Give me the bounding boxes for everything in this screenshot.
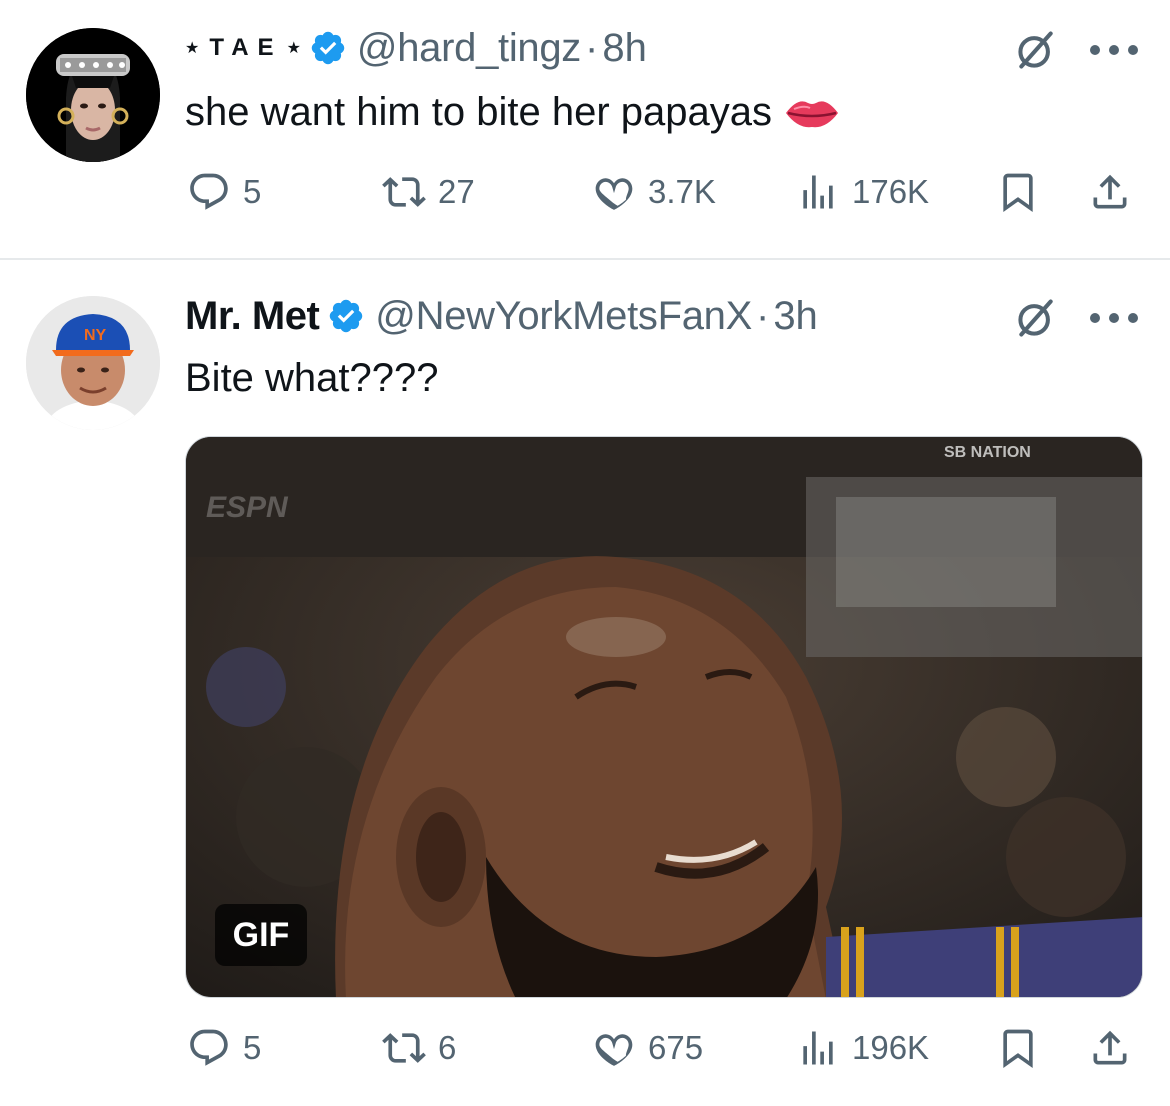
tweet-header: ★ TAE ★ @hard_tingz · 8h <box>185 20 647 76</box>
bookmark-button[interactable] <box>996 162 1040 222</box>
views-button[interactable]: 196K <box>796 1018 929 1078</box>
reply-button[interactable]: 5 <box>187 1018 261 1078</box>
bookmark-icon <box>1003 173 1033 213</box>
handle[interactable]: @hard_tingz <box>357 26 581 71</box>
tweet-actions: 5 27 3.7K 176K <box>0 162 1170 222</box>
reply-count: 5 <box>243 173 262 210</box>
verified-badge-icon <box>311 31 345 65</box>
repost-icon <box>382 177 426 207</box>
tweet-text: she want him to bite her papayas <box>185 90 840 135</box>
reply-button[interactable]: 5 <box>187 162 261 222</box>
grok-icon[interactable] <box>1014 28 1058 72</box>
separator-dot: · <box>755 293 770 338</box>
more-icon[interactable] <box>1090 311 1138 325</box>
repost-button[interactable]: 6 <box>382 1018 456 1078</box>
lips-emoji-icon <box>786 100 839 127</box>
tweet-text-content: Bite what???? <box>185 356 439 400</box>
sbnation-watermark: SB NATION <box>944 444 1031 461</box>
share-button[interactable] <box>1088 1018 1132 1078</box>
share-icon <box>1093 174 1127 209</box>
repost-count: 27 <box>438 173 475 210</box>
grok-icon[interactable] <box>1014 296 1058 340</box>
view-count: 196K <box>852 1029 930 1066</box>
like-count: 3.7K <box>648 173 716 210</box>
views-icon <box>803 1031 833 1065</box>
share-icon <box>1093 1030 1127 1065</box>
timestamp[interactable]: 8h <box>602 26 647 71</box>
avatar-image: NY <box>26 296 160 430</box>
display-name[interactable]: ★ TAE ★ <box>185 34 301 62</box>
gif-frame: ESPN SB NATION <box>186 437 1142 997</box>
handle[interactable]: @NewYorkMetsFanX <box>375 294 752 339</box>
views-button[interactable]: 176K <box>796 162 929 222</box>
tweet-header: Mr. Met @NewYorkMetsFanX · 3h <box>185 288 818 344</box>
timestamp[interactable]: 3h <box>773 294 818 339</box>
more-icon[interactable] <box>1090 43 1138 57</box>
like-icon <box>595 1034 633 1066</box>
svg-text:NY: NY <box>84 327 107 344</box>
avatar[interactable] <box>26 28 160 162</box>
tweet-actions: 5 6 675 196K <box>0 1018 1170 1078</box>
like-button[interactable]: 3.7K <box>592 162 716 222</box>
repost-count: 6 <box>438 1029 457 1066</box>
display-name-text: TAE <box>209 34 283 61</box>
gif-media[interactable]: ESPN SB NATION GIF <box>185 436 1143 998</box>
display-name[interactable]: Mr. Met <box>185 294 320 339</box>
reply-icon <box>190 1029 228 1066</box>
like-button[interactable]: 675 <box>592 1018 703 1078</box>
repost-button[interactable]: 27 <box>382 162 475 222</box>
repost-icon <box>382 1033 426 1063</box>
espn-watermark: ESPN <box>206 491 289 524</box>
view-count: 176K <box>852 173 930 210</box>
reply-count: 5 <box>243 1029 262 1066</box>
tweet[interactable]: NY Mr. Met @NewYorkMetsFanX · 3h Bite wh… <box>0 260 1170 1106</box>
separator-dot: · <box>585 25 599 70</box>
reply-icon <box>190 173 228 210</box>
bookmark-button[interactable] <box>996 1018 1040 1078</box>
avatar[interactable]: NY <box>26 296 160 430</box>
tweet[interactable]: ★ TAE ★ @hard_tingz · 8h she want him to… <box>0 0 1170 258</box>
like-icon <box>595 178 633 210</box>
star-icon: ★ <box>286 40 301 57</box>
tweet-text: Bite what???? <box>185 356 439 401</box>
star-icon: ★ <box>185 40 200 57</box>
tweet-text-content: she want him to bite her papayas <box>185 90 773 134</box>
views-icon <box>803 175 833 209</box>
share-button[interactable] <box>1088 162 1132 222</box>
like-count: 675 <box>648 1029 704 1066</box>
avatar-image <box>26 28 160 162</box>
bookmark-icon <box>1003 1029 1033 1069</box>
gif-badge: GIF <box>215 904 307 966</box>
verified-badge-icon <box>330 299 363 333</box>
